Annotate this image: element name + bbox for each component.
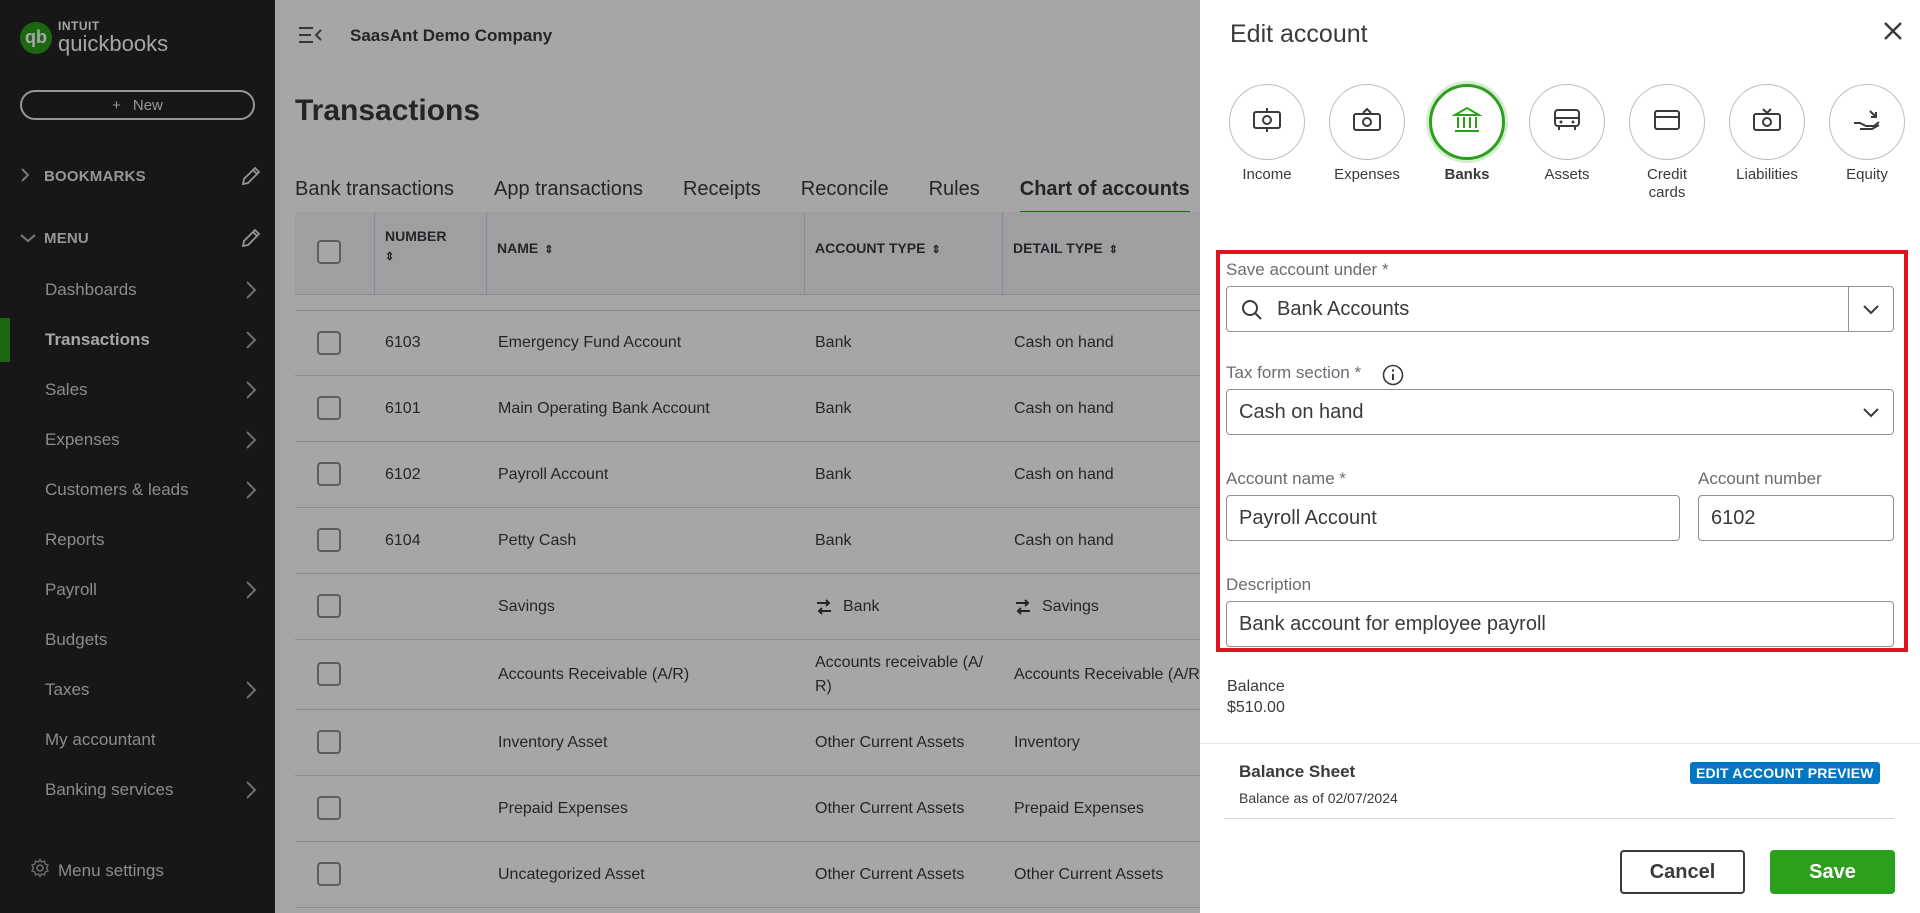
bank-icon — [1451, 106, 1483, 139]
balance-label: Balance — [1227, 678, 1285, 695]
account-type-selector: Income Expenses Banks Assets Credit card… — [1222, 84, 1912, 214]
equity-icon — [1852, 107, 1882, 138]
account-type-label: Income — [1242, 166, 1292, 183]
account-type-credit-cards[interactable]: Credit cards — [1622, 84, 1712, 202]
divider — [1224, 818, 1894, 819]
account-type-banks[interactable]: Banks — [1422, 84, 1512, 184]
account-number-input[interactable]: 6102 — [1698, 495, 1894, 541]
account-type-assets[interactable]: Assets — [1522, 84, 1612, 184]
tax-form-label: Tax form section * — [1226, 363, 1362, 382]
tax-form-select[interactable]: Cash on hand — [1226, 389, 1894, 435]
cancel-button[interactable]: Cancel — [1620, 850, 1745, 894]
description-input[interactable]: Bank account for employee payroll — [1226, 601, 1894, 647]
account-number-label: Account number — [1698, 469, 1822, 488]
account-type-income[interactable]: Income — [1222, 84, 1312, 184]
account-type-label: Liabilities — [1736, 166, 1798, 183]
account-type-label: Assets — [1544, 166, 1590, 183]
account-name-label: Account name * — [1226, 469, 1347, 488]
info-icon[interactable] — [1382, 364, 1404, 386]
account-type-liabilities[interactable]: Liabilities — [1722, 84, 1812, 184]
assets-icon — [1552, 107, 1582, 138]
description-label: Description — [1226, 575, 1312, 594]
save-under-label: Save account under * — [1226, 260, 1389, 279]
balance-sheet-subtitle: Balance as of 02/07/2024 — [1239, 790, 1398, 806]
account-type-label: Equity — [1846, 166, 1888, 183]
close-icon[interactable] — [1880, 18, 1906, 44]
income-icon — [1252, 107, 1282, 138]
save-under-value: Bank Accounts — [1277, 297, 1410, 320]
edit-account-drawer: Edit account Income Expenses Banks Asset… — [1200, 0, 1920, 913]
account-type-label: Credit cards — [1646, 166, 1687, 201]
credit-card-icon — [1653, 109, 1681, 136]
balance-sheet-title: Balance Sheet — [1239, 762, 1356, 781]
search-icon — [1241, 299, 1263, 327]
account-type-equity[interactable]: Equity — [1822, 84, 1912, 184]
edit-account-preview-badge: EDIT ACCOUNT PREVIEW — [1690, 762, 1880, 784]
account-type-label: Expenses — [1334, 166, 1400, 183]
drawer-title: Edit account — [1230, 20, 1368, 48]
account-type-expenses[interactable]: Expenses — [1322, 84, 1412, 184]
chevron-down-icon[interactable] — [1861, 299, 1881, 319]
modal-backdrop[interactable] — [0, 0, 1200, 913]
expenses-icon — [1352, 107, 1382, 138]
divider — [1200, 743, 1920, 744]
tax-form-value: Cash on hand — [1239, 400, 1364, 423]
save-under-select[interactable]: Bank Accounts — [1226, 286, 1894, 332]
balance-value: $510.00 — [1227, 699, 1285, 716]
account-details-form: Save account under * Bank Accounts Tax f… — [1216, 250, 1908, 652]
account-type-label: Banks — [1444, 166, 1490, 183]
save-button[interactable]: Save — [1770, 850, 1895, 894]
liabilities-icon — [1752, 107, 1782, 138]
chevron-down-icon — [1861, 402, 1881, 422]
account-name-input[interactable]: Payroll Account — [1226, 495, 1680, 541]
